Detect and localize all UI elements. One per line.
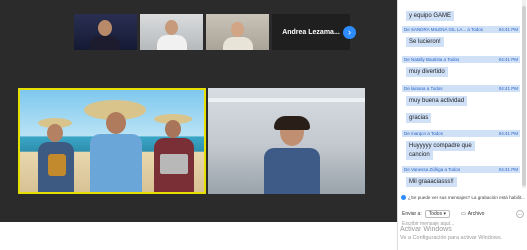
- chevron-right-icon[interactable]: ›: [343, 26, 356, 39]
- chat-sender[interactable]: De Natally Bautista a Todos: [404, 56, 459, 63]
- chat-time: 04:41 PM: [498, 167, 518, 172]
- chat-notice-text[interactable]: ¿Se puede ver sus mensajes? La grabación…: [408, 195, 525, 200]
- file-icon: ▭: [460, 211, 466, 217]
- send-to-label: Enviar a:: [402, 211, 422, 217]
- chat-scrollbar-thumb[interactable]: [522, 6, 526, 186]
- chat-sender[interactable]: De Vanessa Zúñiga a Todos: [404, 166, 460, 173]
- active-speaker-video[interactable]: [18, 88, 206, 194]
- musician-left: [36, 118, 76, 192]
- chat-sender-line: De SANDRA MILENA GIL LA... a Todos 04:41…: [402, 26, 520, 33]
- chat-message: muy divertido: [406, 67, 448, 77]
- singer-center: [84, 100, 146, 192]
- meeting-area: Andrea Lezama... ›: [0, 0, 397, 250]
- chat-sender-line: De Natally Bautista a Todos 04:41 PM: [402, 56, 520, 63]
- chat-message: Mil graaaciasss!!: [406, 177, 457, 187]
- chat-time: 04:41 PM: [498, 57, 518, 62]
- info-icon: [401, 195, 406, 200]
- file-label: Archivo: [467, 211, 485, 217]
- chat-message: gracias: [406, 113, 432, 123]
- ceiling-light: [208, 98, 365, 102]
- participant-thumb-1[interactable]: [74, 14, 137, 50]
- chat-sender-line: De marqcn a Todos 04:41 PM: [402, 130, 520, 137]
- more-options-button[interactable]: ...: [516, 210, 524, 218]
- chat-message: Se lucieron!: [406, 37, 444, 47]
- chat-sender[interactable]: De SANDRA MILENA GIL LA... a Todos: [404, 26, 483, 33]
- participant-video[interactable]: [208, 88, 365, 194]
- video-stage: Andrea Lezama... ›: [0, 0, 397, 222]
- chat-send-row: Enviar a: Todos ▾ ▭ Archivo ...: [402, 209, 524, 219]
- file-button[interactable]: ▭ Archivo: [461, 211, 484, 217]
- chat-sender[interactable]: De marqcn a Todos: [404, 130, 443, 137]
- chat-sender-line: De Vanessa Zúñiga a Todos 04:41 PM: [402, 166, 520, 173]
- participant-thumbnails: Andrea Lezama...: [74, 14, 350, 50]
- chat-time: 04:41 PM: [498, 86, 518, 91]
- watermark-title: Activar Windows: [400, 226, 452, 233]
- chat-message: y equipo GAME: [406, 11, 455, 21]
- participant-name-tile[interactable]: Andrea Lezama...: [272, 14, 350, 50]
- chat-message: cancion: [406, 150, 433, 160]
- send-to-value: Todos: [428, 211, 443, 217]
- chat-time: 04:41 PM: [498, 131, 518, 136]
- chat-notice: ¿Se puede ver sus mensajes? La grabación…: [401, 195, 525, 200]
- chat-messages: y equipo GAME De SANDRA MILENA GIL LA...…: [398, 0, 527, 188]
- watermark-subtitle: Ve a Configuración para activar Windows.: [400, 235, 503, 241]
- os-activation-watermark: Activar Windows Ve a Configuración para …: [400, 225, 502, 243]
- send-to-select[interactable]: Todos ▾: [424, 210, 450, 218]
- musician-right: [152, 114, 196, 192]
- chat-message: muy buena actividad: [406, 96, 468, 106]
- participant-thumb-2[interactable]: [140, 14, 203, 50]
- chat-sender-line: De lainana a Todos 04:41 PM: [402, 85, 520, 92]
- participant-name: Andrea Lezama...: [282, 28, 340, 36]
- chat-time: 04:41 PM: [498, 27, 518, 32]
- participant-thumb-3[interactable]: [206, 14, 269, 50]
- smiling-participant: [260, 116, 322, 194]
- chat-sender[interactable]: De lainana a Todos: [404, 85, 442, 92]
- chat-scrollbar[interactable]: [522, 0, 526, 188]
